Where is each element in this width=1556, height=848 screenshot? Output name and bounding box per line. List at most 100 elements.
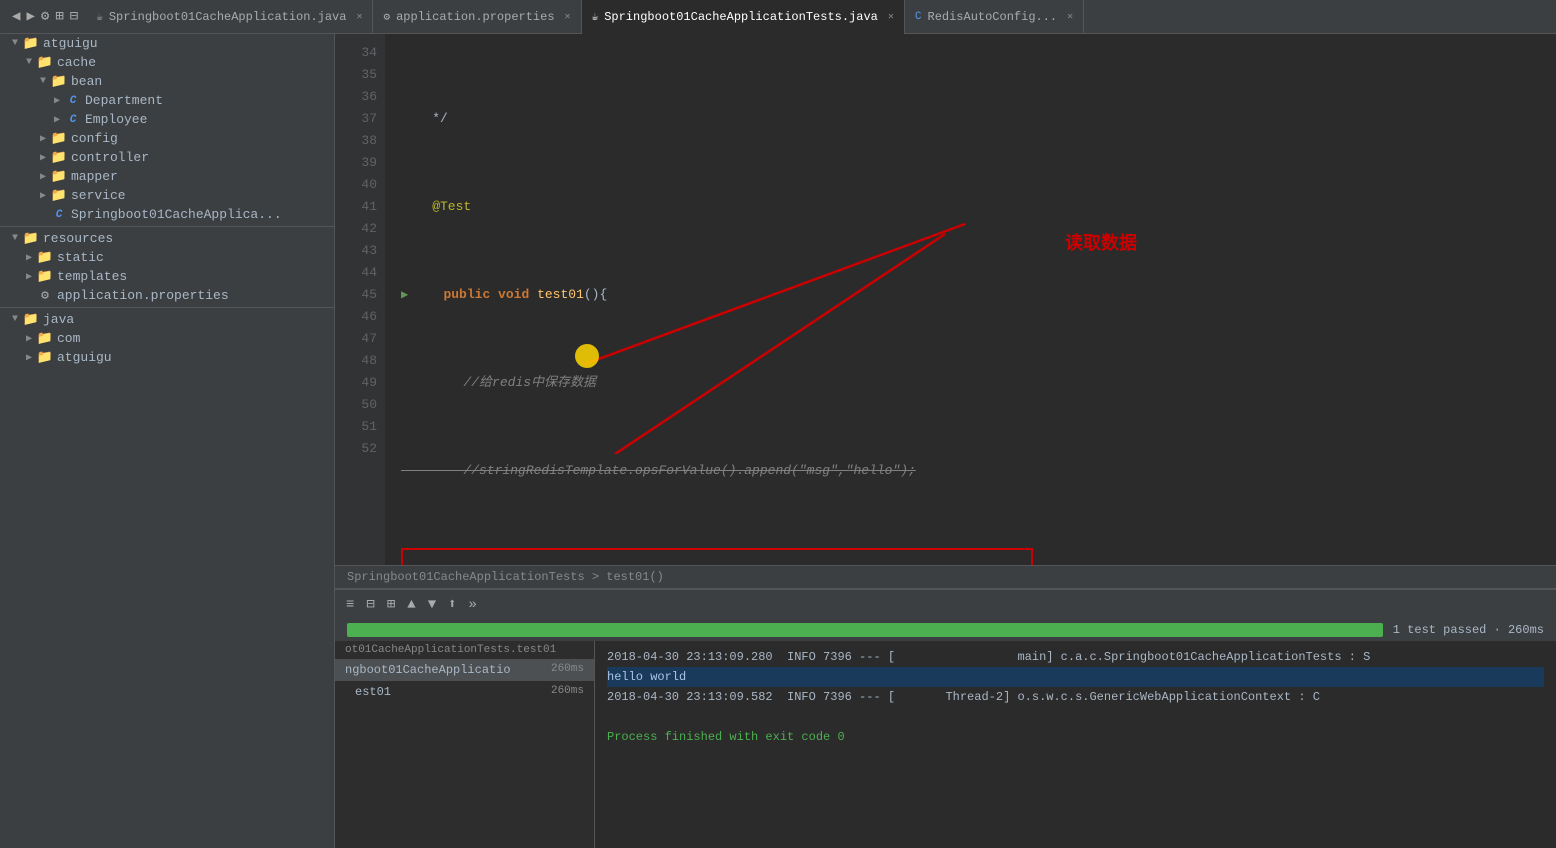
- expand-arrow: ▶: [50, 95, 64, 107]
- sidebar-item-service[interactable]: ▶ 📁 service: [0, 186, 334, 205]
- class-icon: C: [64, 95, 82, 107]
- console-line-hello-world: hello world: [607, 667, 1544, 687]
- code-text: */ @Test ▶ public void test01(){ //给r: [385, 34, 1556, 565]
- up-icon[interactable]: ▲: [404, 595, 418, 615]
- class-icon: C: [915, 11, 922, 23]
- code-line-35: @Test: [401, 196, 1548, 218]
- test-result-label: 1 test passed · 260ms: [1393, 623, 1544, 637]
- tab-bar: ◀ ▶ ⚙ ⊞ ⊟ ☕ Springboot01CacheApplication…: [0, 0, 1556, 34]
- code-line-39: String msg = stringRedisTemplate.opsForV…: [401, 548, 1548, 565]
- folder-icon: 📁: [36, 250, 54, 265]
- folder-icon: 📁: [22, 312, 40, 327]
- more-icon[interactable]: »: [466, 595, 480, 615]
- close-icon[interactable]: ✕: [565, 11, 571, 23]
- close-icon[interactable]: ✕: [888, 11, 894, 23]
- code-line-38: //stringRedisTemplate.opsForValue().appe…: [401, 460, 1548, 482]
- sidebar-label: config: [71, 131, 118, 146]
- sidebar-item-department[interactable]: ▶ C Department: [0, 91, 334, 110]
- props-icon: ⚙: [36, 288, 54, 303]
- sidebar-label: Department: [85, 93, 163, 108]
- extra-icon[interactable]: ⊟: [70, 8, 78, 25]
- expand-icon[interactable]: ⊞: [384, 594, 398, 615]
- sidebar-item-atguigu[interactable]: ▼ 📁 atguigu: [0, 34, 334, 53]
- sidebar-label: atguigu: [57, 350, 112, 365]
- test-item-label: est01: [355, 685, 391, 699]
- test-list-header: ot01CacheApplicationTests.test01: [335, 641, 594, 659]
- test-list-area: ot01CacheApplicationTests.test01 ngboot0…: [335, 641, 1556, 848]
- code-editor[interactable]: 34 35 36 37 38 39 40 41 42 43 44 45 46 4…: [335, 34, 1556, 588]
- sidebar-item-templates[interactable]: ▶ 📁 templates: [0, 267, 334, 286]
- folder-icon: 📁: [50, 150, 68, 165]
- nav-back-icon[interactable]: ◀: [12, 8, 20, 25]
- test-item-label: ngboot01CacheApplicatio: [345, 663, 511, 677]
- java-icon: ☕: [592, 10, 599, 24]
- settings-icon[interactable]: ⚙: [41, 8, 49, 25]
- sidebar-item-mapper[interactable]: ▶ 📁 mapper: [0, 167, 334, 186]
- sidebar-item-resources[interactable]: ▼ 📁 resources: [0, 229, 334, 248]
- folder-icon: 📁: [50, 169, 68, 184]
- test-list-item-sub[interactable]: est01 260ms: [335, 681, 594, 703]
- sidebar-item-cache[interactable]: ▼ 📁 cache: [0, 53, 334, 72]
- sidebar-item-employee[interactable]: ▶ C Employee: [0, 110, 334, 129]
- project-sidebar: ▼ 📁 atguigu ▼ 📁 cache ▼ 📁 bean ▶ C Depar…: [0, 34, 335, 848]
- progress-bar-fill: [347, 623, 1383, 637]
- console-line-exit: Process finished with exit code 0: [607, 727, 1544, 747]
- cursor-indicator: [575, 344, 599, 368]
- folder-icon: 📁: [22, 231, 40, 246]
- editor-area: 34 35 36 37 38 39 40 41 42 43 44 45 46 4…: [335, 34, 1556, 848]
- sidebar-item-application-props[interactable]: ⚙ application.properties: [0, 286, 334, 305]
- expand-arrow: ▼: [8, 314, 22, 325]
- sidebar-item-com[interactable]: ▶ 📁 com: [0, 329, 334, 348]
- main-area: ▼ 📁 atguigu ▼ 📁 cache ▼ 📁 bean ▶ C Depar…: [0, 34, 1556, 848]
- sidebar-label: application.properties: [57, 288, 229, 303]
- sidebar-label: cache: [57, 55, 96, 70]
- expand-arrow: ▼: [36, 76, 50, 87]
- down-icon[interactable]: ▼: [425, 595, 439, 615]
- folder-icon: 📁: [36, 55, 54, 70]
- line-numbers: 34 35 36 37 38 39 40 41 42 43 44 45 46 4…: [335, 34, 385, 565]
- sidebar-item-java[interactable]: ▼ 📁 java: [0, 310, 334, 329]
- code-line-37: //给redis中保存数据: [401, 372, 1548, 394]
- tab-application-props[interactable]: ⚙ application.properties ✕: [373, 0, 581, 34]
- test-list-item-main[interactable]: ngboot01CacheApplicatio 260ms: [335, 659, 594, 681]
- tab-springboot-main[interactable]: ☕ Springboot01CacheApplication.java ✕: [86, 0, 373, 34]
- tab-redis-autoconfig[interactable]: C RedisAutoConfig... ✕: [905, 0, 1084, 34]
- test-results-bar: 1 test passed · 260ms: [335, 619, 1556, 641]
- test-time: 260ms: [551, 685, 584, 697]
- folder-icon: 📁: [22, 36, 40, 51]
- expand-arrow: ▶: [50, 114, 64, 126]
- sidebar-item-atguigu-java[interactable]: ▶ 📁 atguigu: [0, 348, 334, 367]
- tab-label: Springboot01CacheApplication.java: [109, 10, 347, 24]
- sidebar-item-controller[interactable]: ▶ 📁 controller: [0, 148, 334, 167]
- bottom-toolbar: ≡ ⊟ ⊞ ▲ ▼ ⬆ »: [335, 590, 1556, 619]
- sidebar-label: bean: [71, 74, 102, 89]
- sidebar-item-static[interactable]: ▶ 📁 static: [0, 248, 334, 267]
- folder-icon: 📁: [36, 350, 54, 365]
- expand-arrow: ▶: [36, 171, 50, 183]
- expand-arrow: ▶: [22, 271, 36, 283]
- console-output: 2018-04-30 23:13:09.280 INFO 7396 --- [ …: [595, 641, 1556, 848]
- close-icon[interactable]: ✕: [1067, 11, 1073, 23]
- console-line-1: 2018-04-30 23:13:09.280 INFO 7396 --- [ …: [607, 647, 1544, 667]
- folder-icon: 📁: [50, 188, 68, 203]
- folder-icon: 📁: [50, 74, 68, 89]
- split-icon[interactable]: ⊞: [55, 8, 63, 25]
- test-time: 260ms: [551, 663, 584, 675]
- breadcrumb-text: Springboot01CacheApplicationTests > test…: [347, 570, 664, 584]
- expand-arrow: ▶: [22, 333, 36, 345]
- expand-arrow: ▶: [36, 133, 50, 145]
- folder-icon: 📁: [36, 331, 54, 346]
- collapse-icon[interactable]: ⊟: [363, 594, 377, 615]
- tab-springboot-tests[interactable]: ☕ Springboot01CacheApplicationTests.java…: [582, 0, 905, 34]
- nav-forward-icon[interactable]: ▶: [26, 8, 34, 25]
- sidebar-item-config[interactable]: ▶ 📁 config: [0, 129, 334, 148]
- export-icon[interactable]: ⬆: [445, 594, 459, 615]
- code-scroll-area[interactable]: 34 35 36 37 38 39 40 41 42 43 44 45 46 4…: [335, 34, 1556, 565]
- toolbar-icons: ◀ ▶ ⚙ ⊞ ⊟: [4, 8, 86, 25]
- sidebar-item-bean[interactable]: ▼ 📁 bean: [0, 72, 334, 91]
- close-icon[interactable]: ✕: [356, 11, 362, 23]
- sort-icon[interactable]: ≡: [343, 595, 357, 615]
- folder-icon: 📁: [36, 269, 54, 284]
- sidebar-label: atguigu: [43, 36, 98, 51]
- sidebar-item-springboot-app[interactable]: C Springboot01CacheApplica...: [0, 205, 334, 224]
